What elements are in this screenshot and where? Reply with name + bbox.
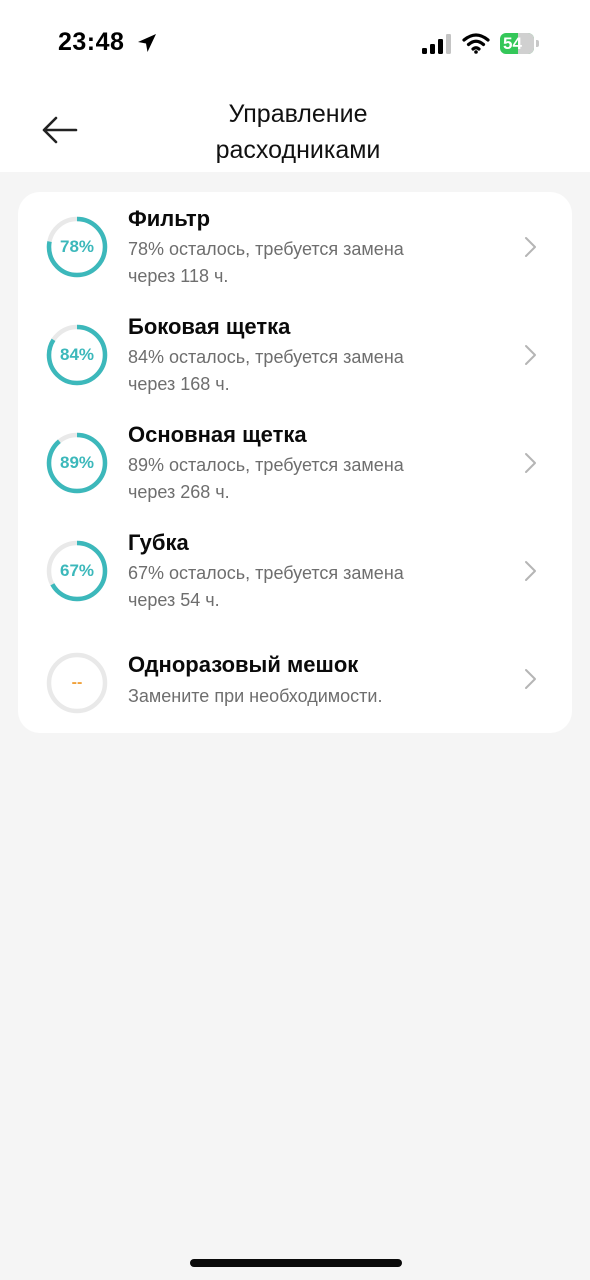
consumable-replacement-time: через 168 ч. xyxy=(128,374,230,394)
consumables-card: 78% Фильтр 78% осталось, требуется замена ч… xyxy=(18,192,572,733)
screen: 23:48 54 Управление расходниками 78% Фил… xyxy=(0,0,590,1280)
progress-ring: 89% xyxy=(46,432,108,494)
consumable-replacement-time: через 54 ч. xyxy=(128,590,220,610)
consumable-status: 84% осталось, требуется замена xyxy=(128,347,404,367)
back-arrow-icon[interactable] xyxy=(36,110,84,150)
consumable-status: 78% осталось, требуется замена xyxy=(128,239,404,259)
battery-body: 54 xyxy=(500,33,534,54)
consumable-name: Одноразовый мешок xyxy=(128,652,359,677)
consumable-item[interactable]: 67% Губка 67% осталось, требуется замена че… xyxy=(18,516,572,624)
status-bar: 23:48 54 xyxy=(0,0,590,88)
chevron-right-icon xyxy=(525,345,536,365)
battery-cap xyxy=(536,40,539,47)
home-indicator xyxy=(190,1259,402,1267)
page-title: Управление расходниками xyxy=(215,100,381,164)
progress-percent-label: -- xyxy=(71,674,83,691)
consumable-status: Замените при необходимости. xyxy=(128,686,383,706)
progress-percent-label: 78% xyxy=(59,237,95,256)
wifi-icon xyxy=(462,33,490,54)
consumable-item[interactable]: 89% Основная щетка 89% осталось, требуется… xyxy=(18,408,572,516)
battery-indicator: 54 xyxy=(500,33,540,54)
chevron-right-icon xyxy=(525,237,536,257)
consumable-status: 89% осталось, требуется замена xyxy=(128,455,404,475)
consumable-name: Боковая щетка xyxy=(128,314,291,339)
progress-percent-label: 89% xyxy=(59,453,95,472)
top-bar: 23:48 54 Управление расходниками xyxy=(0,0,590,172)
progress-ring: 78% xyxy=(46,216,108,278)
consumable-item[interactable]: 84% Боковая щетка 84% осталось, требуется … xyxy=(18,300,572,408)
consumable-item[interactable]: 78% Фильтр 78% осталось, требуется замена ч… xyxy=(18,192,572,300)
consumable-name: Фильтр xyxy=(128,206,211,231)
chevron-right-icon xyxy=(525,561,536,581)
progress-ring: 67% xyxy=(46,540,108,602)
consumable-replacement-time: через 268 ч. xyxy=(128,482,230,502)
progress-ring: -- xyxy=(46,652,108,714)
consumable-replacement-time: через 118 ч. xyxy=(128,266,229,286)
battery-percent: 54 xyxy=(503,34,522,53)
location-arrow-icon xyxy=(138,34,156,52)
chevron-right-icon xyxy=(525,669,536,689)
consumable-status: 67% осталось, требуется замена xyxy=(128,563,404,583)
chevron-right-icon xyxy=(525,453,536,473)
progress-ring: 84% xyxy=(46,324,108,386)
consumable-name: Губка xyxy=(128,530,189,555)
progress-percent-label: 67% xyxy=(59,561,95,580)
progress-percent-label: 84% xyxy=(59,345,95,364)
status-time: 23:48 xyxy=(58,28,125,56)
consumable-name: Основная щетка xyxy=(128,422,307,447)
cellular-signal-icon xyxy=(422,34,451,54)
consumable-item[interactable]: -- Одноразовый мешок Замените при необходи… xyxy=(18,624,572,732)
